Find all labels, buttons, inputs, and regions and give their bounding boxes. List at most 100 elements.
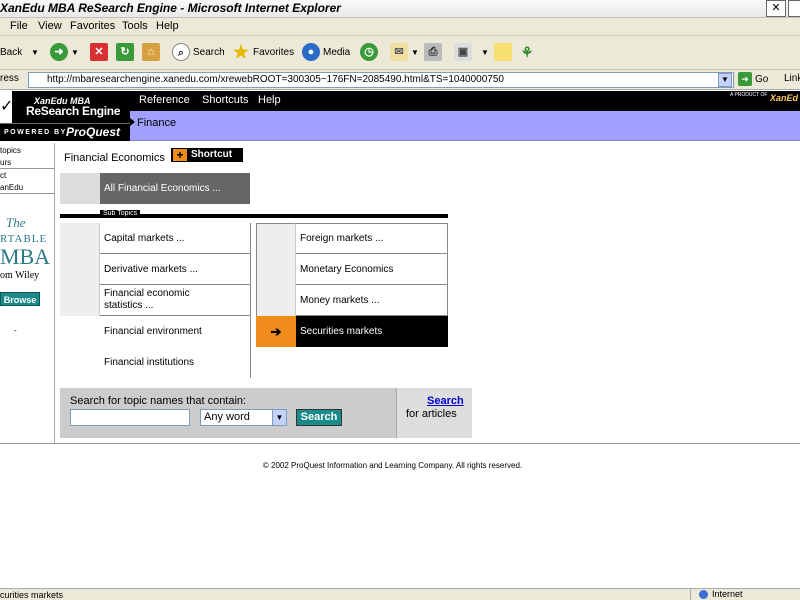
refresh-button[interactable]: ↻ — [116, 42, 137, 64]
forward-dropdown-icon[interactable]: ▼ — [71, 48, 79, 57]
topic-financial-institutions[interactable]: Financial institutions — [100, 347, 250, 378]
sidebar-item-topics[interactable]: topics — [0, 146, 21, 155]
chevron-down-icon[interactable]: ▼ — [272, 410, 286, 425]
menu-favorites[interactable]: Favorites — [70, 20, 115, 32]
sidebar-item-xanedu[interactable]: anEdu — [0, 183, 23, 192]
back-dropdown-icon[interactable]: ▼ — [31, 48, 39, 57]
column-divider — [250, 223, 251, 378]
powered-by-banner: POWERED BY ProQuest — [0, 123, 130, 141]
sidebar-item-contact[interactable]: ct — [0, 171, 6, 180]
messenger-button[interactable]: ⚘ — [518, 42, 539, 64]
media-button[interactable]: ● Media — [302, 42, 350, 64]
topic-search-input[interactable] — [70, 409, 190, 426]
logo-line2: ReSearch Engine — [26, 104, 121, 118]
stop-icon: ✕ — [90, 43, 108, 62]
address-input[interactable]: http://mbaresearchengine.xanedu.com/xrew… — [28, 72, 734, 88]
sidebar-dot: - — [14, 326, 17, 335]
search-toolbar-button[interactable]: ⌕ Search — [172, 42, 225, 64]
go-label: Go — [755, 74, 769, 85]
menu-file[interactable]: File — [10, 20, 28, 32]
zone-label: Internet — [712, 589, 743, 599]
refresh-icon: ↻ — [116, 43, 134, 62]
nav-help[interactable]: Help — [258, 94, 281, 106]
window-edge — [788, 0, 800, 17]
star-icon: ★ — [232, 42, 250, 63]
window-title: XanEdu MBA ReSearch Engine - Microsoft I… — [0, 1, 341, 15]
menu-help[interactable]: Help — [156, 20, 179, 32]
stop-button[interactable]: ✕ — [90, 42, 111, 64]
menu-tools[interactable]: Tools — [122, 20, 148, 32]
current-topic-label: Securities markets — [300, 326, 383, 337]
topic-blank — [256, 285, 296, 316]
favorites-button[interactable]: ★ Favorites — [232, 42, 294, 64]
sidebar-divider — [0, 193, 55, 194]
topic-blank — [60, 254, 100, 285]
shortcut-label: Shortcut — [191, 149, 233, 160]
edit-icon: ▣ — [454, 43, 472, 62]
browse-button[interactable]: Browse — [0, 292, 40, 306]
search-button[interactable]: Search — [296, 409, 342, 426]
close-icon[interactable]: ✕ — [766, 0, 786, 17]
topic-label: Capital markets ... — [104, 232, 185, 244]
print-button[interactable]: ⎙ — [424, 42, 445, 64]
current-topic-arrow-icon: ➔ — [256, 316, 296, 347]
mail-dropdown-icon[interactable]: ▼ — [411, 48, 419, 57]
mail-icon: ✉ — [390, 43, 408, 62]
home-button[interactable]: ⌂ — [142, 42, 163, 64]
toolbar: Back ▼ ➜ ▼ ✕ ↻ ⌂ ⌕ Search ★ Favorites ● Medi… — [0, 36, 800, 70]
topic-blank — [60, 223, 100, 254]
topic-financial-statistics[interactable]: Financial economic statistics ... — [100, 285, 250, 316]
back-label: Back — [0, 47, 23, 58]
history-button[interactable]: ◷ — [360, 42, 381, 64]
match-type-value: Any word — [204, 411, 250, 423]
sidebar-divider — [0, 168, 55, 169]
xanedu-brand: XanEd — [770, 93, 799, 103]
topic-foreign-markets[interactable]: Foreign markets ... — [296, 223, 448, 254]
status-text: curities markets — [0, 590, 64, 600]
go-button[interactable]: ➜ Go — [738, 72, 774, 88]
menu-view[interactable]: View — [38, 20, 62, 32]
topic-capital-markets[interactable]: Capital markets ... — [100, 223, 250, 254]
topic-monetary-economics[interactable]: Monetary Economics — [296, 254, 448, 285]
forward-button[interactable]: ➜ ▼ — [50, 42, 79, 64]
messenger-icon: ⚘ — [520, 44, 534, 61]
nav-reference[interactable]: Reference — [139, 94, 190, 106]
favorites-label: Favorites — [253, 47, 295, 58]
sidebar-item-ours[interactable]: urs — [0, 158, 11, 167]
back-button[interactable]: Back ▼ — [0, 42, 39, 64]
edit-dropdown-icon[interactable]: ▼ — [481, 48, 489, 57]
breadcrumb-finance[interactable]: Finance — [137, 117, 176, 129]
status-bar — [0, 588, 800, 600]
address-dropdown-icon[interactable]: ▼ — [718, 73, 732, 87]
forward-icon: ➜ — [50, 43, 68, 62]
topic-financial-environment[interactable]: Financial environment — [100, 316, 250, 347]
links-label[interactable]: Link — [784, 73, 800, 84]
topic-derivative-markets[interactable]: Derivative markets ... — [100, 254, 250, 285]
topic-blank — [60, 316, 100, 378]
edit-button[interactable]: ▣ ▼ — [454, 42, 489, 64]
topic-blank — [60, 285, 100, 316]
topic-label: Financial economic statistics ... — [104, 288, 190, 311]
topic-money-markets[interactable]: Money markets ... — [296, 285, 448, 316]
nav-shortcuts[interactable]: Shortcuts — [202, 94, 248, 106]
mail-button[interactable]: ✉ ▼ — [390, 42, 419, 64]
printer-icon: ⎙ — [424, 43, 442, 62]
breadcrumb-bar — [130, 111, 800, 141]
media-label: Media — [323, 47, 351, 58]
promo-the: The — [6, 215, 26, 230]
topic-securities-markets[interactable]: Securities markets — [296, 316, 448, 347]
search-label: Search for topic names that contain: — [70, 395, 247, 407]
topic-label: Derivative markets ... — [104, 263, 198, 275]
top-nav: Reference Shortcuts Help — [130, 91, 800, 111]
proquest-logo: ProQuest — [66, 125, 121, 139]
all-topics-link[interactable]: All Financial Economics ... — [104, 183, 221, 194]
discuss-button[interactable] — [494, 42, 515, 64]
address-url: http://mbaresearchengine.xanedu.com/xrew… — [47, 74, 504, 85]
search-articles-text: for articles — [406, 408, 457, 420]
plus-icon: + — [173, 149, 187, 161]
page-divider — [0, 443, 800, 444]
promo-mba: MBA — [0, 244, 51, 269]
search-articles-link[interactable]: Search — [427, 395, 464, 407]
go-arrow-icon: ➜ — [738, 72, 752, 87]
topic-label: Foreign markets ... — [300, 233, 384, 244]
